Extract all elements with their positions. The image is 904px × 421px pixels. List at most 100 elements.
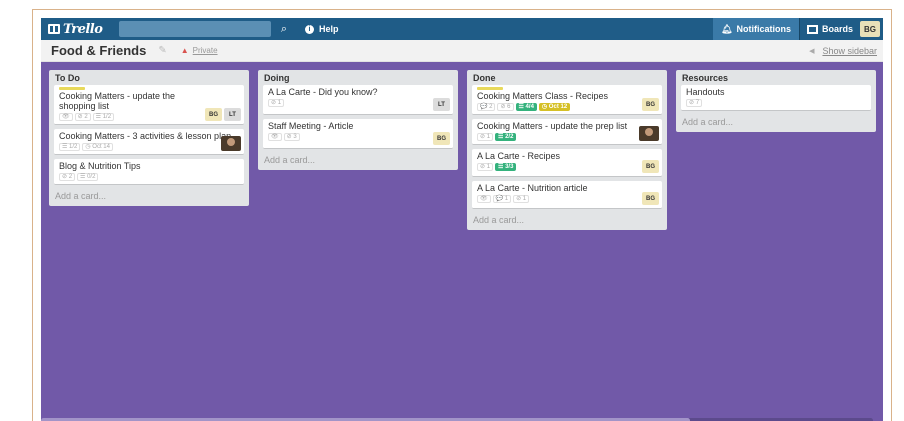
list-done: Done Cooking Matters Class - Recipes 💬 2… bbox=[467, 70, 667, 230]
trello-logo[interactable]: Trello bbox=[41, 22, 113, 37]
list-title[interactable]: Doing bbox=[263, 70, 453, 85]
due-date-badge: ◷ Oct 14 bbox=[82, 143, 113, 151]
boards-button[interactable]: Boards bbox=[798, 18, 860, 40]
help-button[interactable]: i Help bbox=[305, 24, 339, 34]
add-card-link[interactable]: Add a card... bbox=[263, 153, 453, 166]
member-avatar[interactable]: BG bbox=[205, 108, 222, 121]
checklist-badge: ☰ 2/2 bbox=[495, 133, 517, 141]
checklist-badge: ☰ 1/2 bbox=[92, 113, 115, 121]
card-members: LT bbox=[433, 98, 450, 111]
add-card-link[interactable]: Add a card... bbox=[54, 189, 244, 202]
card-title: Cooking Matters Class - Recipes bbox=[477, 91, 609, 101]
checklist-badge: ☰ 3/3 bbox=[495, 163, 517, 171]
comment-badge: 💬 2 bbox=[477, 103, 496, 111]
app-window: Trello ⌕ i Help 🔔︎ Notifications Boards … bbox=[32, 9, 892, 421]
card-badges: ⊘ 1 ☰ 3/3 bbox=[477, 163, 657, 171]
checklist-badge: ☰ 0/2 bbox=[77, 173, 99, 181]
attachment-badge: ⊘ 1 bbox=[477, 133, 494, 141]
card[interactable]: Handouts ⊘ 7 bbox=[681, 85, 871, 111]
member-avatar[interactable]: BG bbox=[433, 132, 450, 145]
board-title[interactable]: Food & Friends bbox=[51, 43, 146, 58]
card-badges: 💬 2 ⊘ 6 ☰ 4/4 ◷ Oct 12 bbox=[477, 103, 657, 111]
card[interactable]: Blog & Nutrition Tips ⊘ 2 ☰ 0/2 bbox=[54, 159, 244, 185]
card-members: BG bbox=[433, 132, 450, 145]
card-title: A La Carte - Nutrition article bbox=[477, 183, 588, 193]
card[interactable]: A La Carte - Nutrition article 👁 💬 1 ⊘ 1… bbox=[472, 181, 662, 209]
user-avatar[interactable]: BG bbox=[860, 21, 880, 37]
attachment-badge: ⊘ 2 bbox=[59, 173, 76, 181]
card-label bbox=[477, 87, 503, 90]
card-title: Handouts bbox=[686, 87, 725, 97]
chevron-left-icon: ◀ bbox=[809, 47, 815, 55]
boards-icon bbox=[806, 24, 818, 34]
card-title: Cooking Matters - update the prep list bbox=[477, 121, 628, 131]
due-date-badge: ◷ Oct 12 bbox=[538, 103, 571, 111]
search-icon[interactable]: ⌕ bbox=[273, 21, 295, 37]
attachment-badge: ⊘ 1 bbox=[477, 163, 494, 171]
card-members: BG LT bbox=[205, 108, 241, 121]
add-card-link[interactable]: Add a card... bbox=[472, 213, 662, 226]
card[interactable]: Staff Meeting - Article 👁 ⊘ 3 BG bbox=[263, 119, 453, 149]
search-input[interactable] bbox=[119, 21, 271, 37]
trello-logo-icon bbox=[48, 24, 60, 34]
card-members: BG bbox=[642, 192, 659, 205]
attachment-badge: ⊘ 1 bbox=[513, 195, 530, 203]
card-badges: 👁 💬 1 ⊘ 1 bbox=[477, 195, 657, 203]
member-avatar[interactable]: BG bbox=[642, 192, 659, 205]
card-badges: ⊘ 1 ☰ 2/2 bbox=[477, 133, 657, 141]
card-title: Cooking Matters - 3 activities & lesson … bbox=[59, 131, 232, 141]
attachment-badge: ⊘ 2 bbox=[74, 113, 91, 121]
card-title: Blog & Nutrition Tips bbox=[59, 161, 141, 171]
card[interactable]: A La Carte - Recipes ⊘ 1 ☰ 3/3 BG bbox=[472, 149, 662, 177]
card[interactable]: A La Carte - Did you know? ⊘ 1 LT bbox=[263, 85, 453, 115]
logo-text: Trello bbox=[63, 21, 103, 37]
header-bar: Trello ⌕ i Help 🔔︎ Notifications Boards … bbox=[41, 18, 883, 40]
notifications-label: Notifications bbox=[736, 24, 791, 34]
add-card-link[interactable]: Add a card... bbox=[681, 115, 871, 128]
checklist-badge: ☰ 4/4 bbox=[515, 103, 537, 111]
watch-icon: 👁 bbox=[268, 133, 282, 141]
list-to-do: To Do Cooking Matters - update the shopp… bbox=[49, 70, 249, 206]
member-photo-avatar[interactable] bbox=[221, 136, 241, 151]
card[interactable]: Cooking Matters - 3 activities & lesson … bbox=[54, 129, 244, 155]
card[interactable]: Cooking Matters - update the shopping li… bbox=[54, 85, 244, 125]
show-sidebar-link[interactable]: Show sidebar bbox=[822, 46, 877, 56]
attachment-badge: ⊘ 3 bbox=[283, 133, 300, 141]
card-label bbox=[59, 87, 85, 90]
list-title[interactable]: Done bbox=[472, 70, 662, 85]
visibility-link[interactable]: Private bbox=[193, 46, 218, 55]
bell-icon: 🔔︎ bbox=[721, 23, 733, 34]
card-members bbox=[221, 136, 241, 151]
card[interactable]: Cooking Matters Class - Recipes 💬 2 ⊘ 6 … bbox=[472, 85, 662, 115]
checklist-badge: ☰ 1/2 bbox=[59, 143, 81, 151]
list-doing: Doing A La Carte - Did you know? ⊘ 1 LT … bbox=[258, 70, 458, 170]
member-avatar[interactable]: BG bbox=[642, 160, 659, 173]
attachment-badge: ⊘ 1 bbox=[268, 99, 285, 107]
card-badges: ⊘ 2 ☰ 0/2 bbox=[59, 173, 239, 181]
card[interactable]: Cooking Matters - update the prep list ⊘… bbox=[472, 119, 662, 145]
help-label: Help bbox=[319, 24, 339, 34]
board-canvas: To Do Cooking Matters - update the shopp… bbox=[41, 62, 883, 421]
watch-icon: 👁 bbox=[59, 113, 73, 121]
board-header: Food & Friends ✎ ▲ Private ◀ Show sideba… bbox=[41, 40, 883, 62]
card-title: A La Carte - Did you know? bbox=[268, 87, 378, 97]
notifications-button[interactable]: 🔔︎ Notifications bbox=[713, 18, 799, 40]
card-badges: ⊘ 7 bbox=[686, 99, 866, 107]
watch-icon: 👁 bbox=[477, 195, 491, 203]
list-resources: Resources Handouts ⊘ 7 Add a card... bbox=[676, 70, 876, 132]
card-badges: ⊘ 1 bbox=[268, 99, 448, 107]
comment-badge: 💬 1 bbox=[492, 195, 512, 203]
pencil-icon[interactable]: ✎ bbox=[158, 45, 166, 56]
lock-icon: ▲ bbox=[180, 46, 189, 55]
card-badges: ☰ 1/2 ◷ Oct 14 bbox=[59, 143, 239, 151]
info-icon: i bbox=[305, 24, 314, 34]
card-members: BG bbox=[642, 160, 659, 173]
member-avatar[interactable]: LT bbox=[224, 108, 241, 121]
list-title[interactable]: Resources bbox=[681, 70, 871, 85]
member-avatar[interactable]: LT bbox=[433, 98, 450, 111]
member-photo-avatar[interactable] bbox=[639, 126, 659, 141]
boards-label: Boards bbox=[821, 24, 853, 34]
list-title[interactable]: To Do bbox=[54, 70, 244, 85]
member-avatar[interactable]: BG bbox=[642, 98, 659, 111]
card-title: A La Carte - Recipes bbox=[477, 151, 561, 161]
